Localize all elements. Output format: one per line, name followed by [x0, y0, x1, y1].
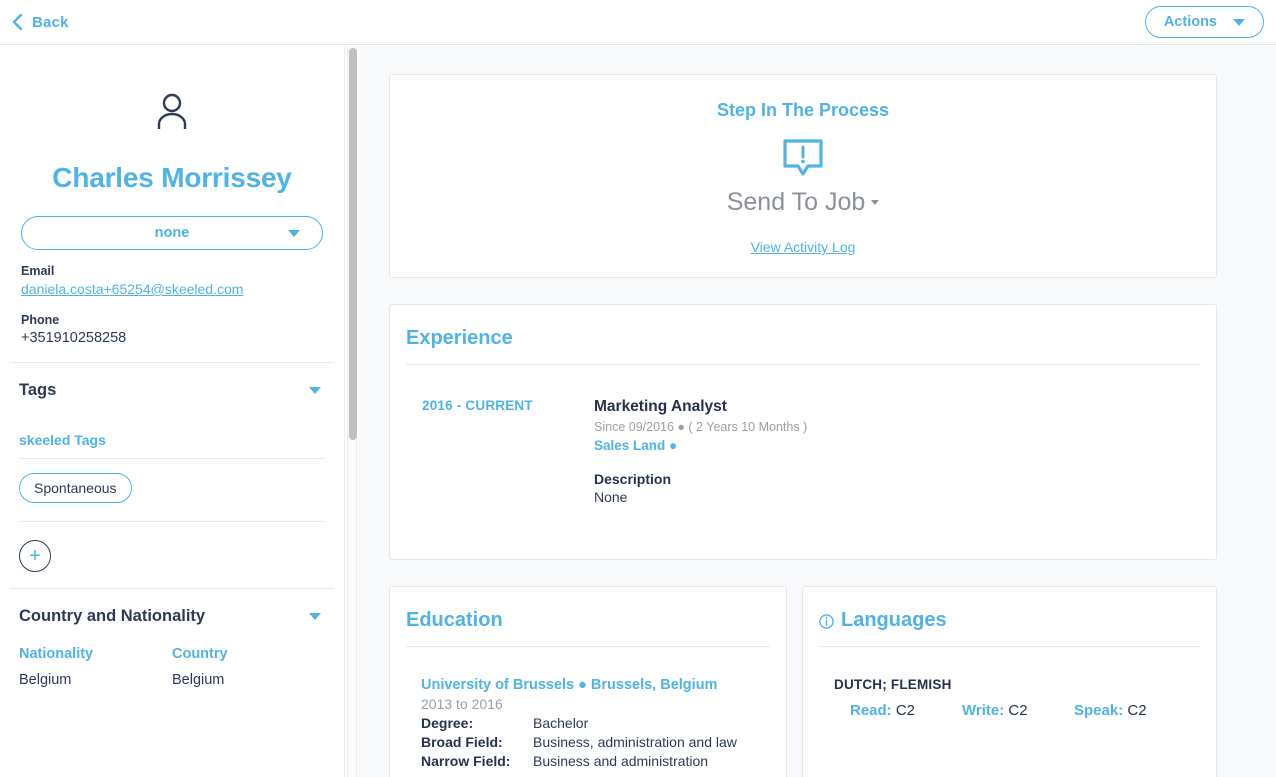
tags-section-title: Tags [19, 381, 57, 399]
languages-card-title: Languages [841, 609, 947, 631]
add-tag-button[interactable]: + [19, 540, 51, 572]
step-in-process-card: Step In The Process Send To Job View Act… [389, 74, 1217, 278]
chevron-down-icon [1233, 18, 1245, 26]
education-field-row: Degree: Bachelor [421, 715, 786, 731]
tag-chip[interactable]: Spontaneous [19, 473, 132, 503]
languages-card: Languages DUTCH; FLEMISH Read: C2 Write:… [802, 586, 1217, 777]
step-icon-wrap [390, 138, 1216, 180]
education-field-key: Degree: [421, 715, 474, 731]
back-label: Back [32, 13, 69, 31]
nationality-header: Nationality [19, 646, 94, 662]
stage-select-value: none [154, 225, 190, 241]
chevron-down-icon[interactable] [309, 613, 321, 620]
education-field-key: Narrow Field: [421, 753, 511, 769]
experience-card: Experience 2016 - CURRENT Marketing Anal… [389, 304, 1217, 560]
country-header: Country [172, 646, 228, 662]
main-content: Step In The Process Send To Job View Act… [359, 46, 1276, 777]
phone-field-block: Phone +351910258258 [21, 313, 323, 346]
experience-job-title: Marketing Analyst [594, 398, 727, 415]
experience-company: Sales Land ● [594, 438, 678, 453]
nationality-column: Nationality Belgium [19, 646, 172, 688]
avatar [10, 46, 334, 130]
experience-description-value: None [594, 489, 628, 505]
country-value: Belgium [172, 672, 225, 688]
candidate-sidebar: Charles Morrissey none Email daniela.cos… [0, 46, 345, 777]
experience-date-range: 2016 - CURRENT [422, 398, 533, 413]
tag-list: Spontaneous [10, 459, 334, 503]
top-bar: Back Actions [0, 0, 1276, 45]
email-field-block: Email daniela.costa+65254@skeeled.com [21, 264, 323, 299]
language-skill-key: Speak: [1074, 702, 1128, 719]
country-grid: Nationality Belgium Country Belgium [10, 626, 334, 688]
education-entry: University of Brussels ● Brussels, Belgi… [390, 647, 786, 769]
step-link-wrap: View Activity Log [390, 239, 1216, 255]
back-button[interactable]: Back [10, 13, 69, 31]
languages-card-header: Languages [803, 587, 1216, 632]
sidebar-scrollbar-thumb[interactable] [349, 48, 357, 440]
phone-value: +351910258258 [21, 330, 127, 346]
education-card: Education University of Brussels ● Bruss… [389, 586, 787, 777]
chevron-down-icon [871, 200, 880, 205]
language-skill-key: Write: [962, 702, 1009, 719]
step-card-title: Step In The Process [716, 100, 890, 120]
country-column: Country Belgium [172, 646, 325, 688]
email-label: Email [21, 264, 55, 278]
candidate-name: Charles Morrissey [52, 162, 292, 193]
person-icon [157, 93, 187, 129]
experience-details: Marketing Analyst Since 09/2016 ● ( 2 Ye… [594, 398, 1216, 505]
actions-label: Actions [1163, 14, 1217, 30]
language-skill-value: C2 [895, 702, 916, 719]
education-field-key: Broad Field: [421, 734, 503, 750]
country-section-header[interactable]: Country and Nationality [10, 589, 334, 626]
language-skill-value: C2 [1127, 702, 1147, 719]
info-icon [819, 614, 834, 629]
email-value[interactable]: daniela.costa+65254@skeeled.com [21, 281, 243, 297]
education-years: 2013 to 2016 [421, 696, 503, 712]
experience-card-title: Experience [406, 327, 513, 349]
chevron-down-icon [288, 229, 300, 237]
candidate-profile-page: Back Actions Charles Morrissey none Emai… [0, 0, 1276, 777]
language-skill-key: Read: [850, 702, 896, 719]
education-school: University of Brussels ● Brussels, Belgi… [421, 677, 718, 693]
callout-alert-icon [783, 139, 823, 176]
education-card-title: Education [406, 609, 503, 631]
language-skill-write: Write: C2 [962, 702, 1074, 719]
chevron-down-icon[interactable] [309, 387, 321, 394]
education-field-row: Broad Field: Business, administration an… [421, 734, 786, 750]
sidebar-scrollbar[interactable] [347, 46, 357, 777]
language-skill-row: Read: C2 Write: C2 Speak: C2 [834, 702, 1216, 719]
experience-meta: Since 09/2016 ● ( 2 Years 10 Months ) [594, 420, 808, 434]
education-field-value: Business, administration and law [533, 734, 737, 750]
phone-label: Phone [21, 313, 60, 327]
country-section-title: Country and Nationality [19, 607, 206, 625]
add-tag-row: + [10, 522, 334, 572]
language-skill-value: C2 [1008, 702, 1028, 719]
education-field-value: Bachelor [533, 715, 589, 731]
education-field-row: Narrow Field: Business and administratio… [421, 753, 786, 769]
experience-description-label: Description [594, 471, 672, 487]
chevron-left-icon [10, 13, 24, 31]
language-skill-read: Read: C2 [850, 702, 962, 719]
language-skill-speak: Speak: C2 [1074, 702, 1186, 719]
experience-entry: 2016 - CURRENT Marketing Analyst Since 0… [390, 365, 1216, 505]
stage-select[interactable]: none [21, 216, 323, 250]
education-field-value: Business and administration [533, 753, 709, 769]
tags-section-header[interactable]: Tags [10, 363, 334, 400]
actions-button[interactable]: Actions [1144, 6, 1264, 38]
send-to-job-label: Send To Job [726, 188, 866, 216]
nationality-value: Belgium [19, 672, 72, 688]
view-activity-log-link[interactable]: View Activity Log [751, 239, 856, 255]
send-to-job-dropdown[interactable]: Send To Job [390, 188, 1216, 217]
language-name: DUTCH; FLEMISH [834, 677, 952, 692]
language-entry: DUTCH; FLEMISH Read: C2 Write: C2 Speak:… [803, 647, 1216, 719]
tags-subtitle: skeeled Tags [19, 432, 106, 448]
